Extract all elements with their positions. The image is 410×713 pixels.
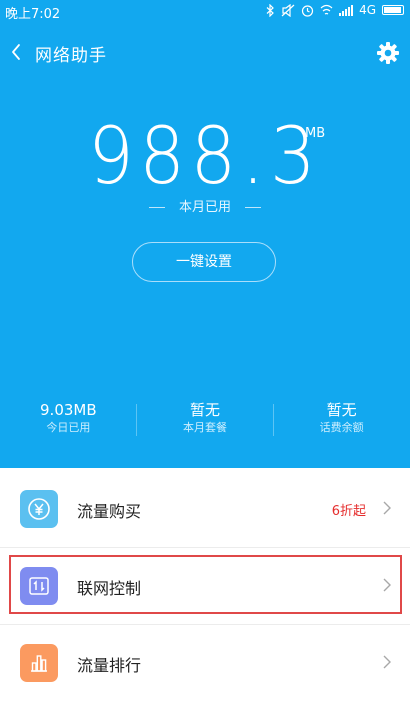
list-item-data-purchase[interactable]: 流量购买 6折起 xyxy=(0,470,410,547)
chevron-right-icon xyxy=(383,655,391,669)
usage-caption-row: 本月已用 xyxy=(0,196,410,215)
divider xyxy=(148,207,165,208)
usage-value: 988.3 xyxy=(88,112,322,202)
discount-badge: 6折起 xyxy=(331,504,366,519)
yen-icon xyxy=(20,490,58,528)
alarm-icon xyxy=(301,4,314,17)
divider xyxy=(273,404,274,436)
divider xyxy=(136,404,137,436)
chevron-right-icon xyxy=(383,501,391,515)
stat-value: 9.03MB xyxy=(40,401,97,419)
header-panel: 晚上7:02 4G 网络助手 988.3 MB 本月已用 一键设置 9.03MB… xyxy=(0,0,410,468)
highlight-box xyxy=(9,555,402,614)
battery-icon xyxy=(382,5,404,15)
stat-balance[interactable]: 暂无 话费余额 xyxy=(273,400,410,440)
stat-label: 今日已用 xyxy=(46,421,91,434)
stats-row: 9.03MB 今日已用 暂无 本月套餐 暂无 话费余额 xyxy=(0,400,410,440)
bluetooth-icon xyxy=(266,3,274,17)
list-item-label: 流量购买 xyxy=(77,502,142,521)
signal-icon xyxy=(339,4,354,16)
wifi-off-icon xyxy=(320,4,333,15)
usage-unit: MB xyxy=(305,126,326,141)
status-icons: 4G xyxy=(266,3,404,17)
back-arrow-icon[interactable] xyxy=(6,38,28,66)
status-bar: 晚上7:02 4G xyxy=(0,0,410,22)
page-title: 网络助手 xyxy=(35,46,107,66)
stat-monthly-plan[interactable]: 暂无 本月套餐 xyxy=(137,400,274,440)
status-time: 晚上7:02 xyxy=(5,7,61,22)
stat-value: 暂无 xyxy=(190,401,221,419)
stat-label: 话费余额 xyxy=(319,421,364,434)
mute-icon xyxy=(281,3,295,17)
bar-chart-icon xyxy=(20,644,58,682)
stat-today-used[interactable]: 9.03MB 今日已用 xyxy=(0,400,137,440)
list-item-label: 流量排行 xyxy=(77,656,142,675)
list-item-data-ranking[interactable]: 流量排行 xyxy=(0,624,410,701)
stat-label: 本月套餐 xyxy=(183,421,227,434)
divider xyxy=(245,207,261,208)
stat-value: 暂无 xyxy=(326,401,357,419)
usage-caption: 本月已用 xyxy=(178,200,231,215)
network-type: 4G xyxy=(359,3,376,17)
gear-icon[interactable] xyxy=(376,41,400,65)
one-click-setup-button[interactable]: 一键设置 xyxy=(132,242,276,282)
monthly-usage: 988.3 MB xyxy=(0,112,410,202)
